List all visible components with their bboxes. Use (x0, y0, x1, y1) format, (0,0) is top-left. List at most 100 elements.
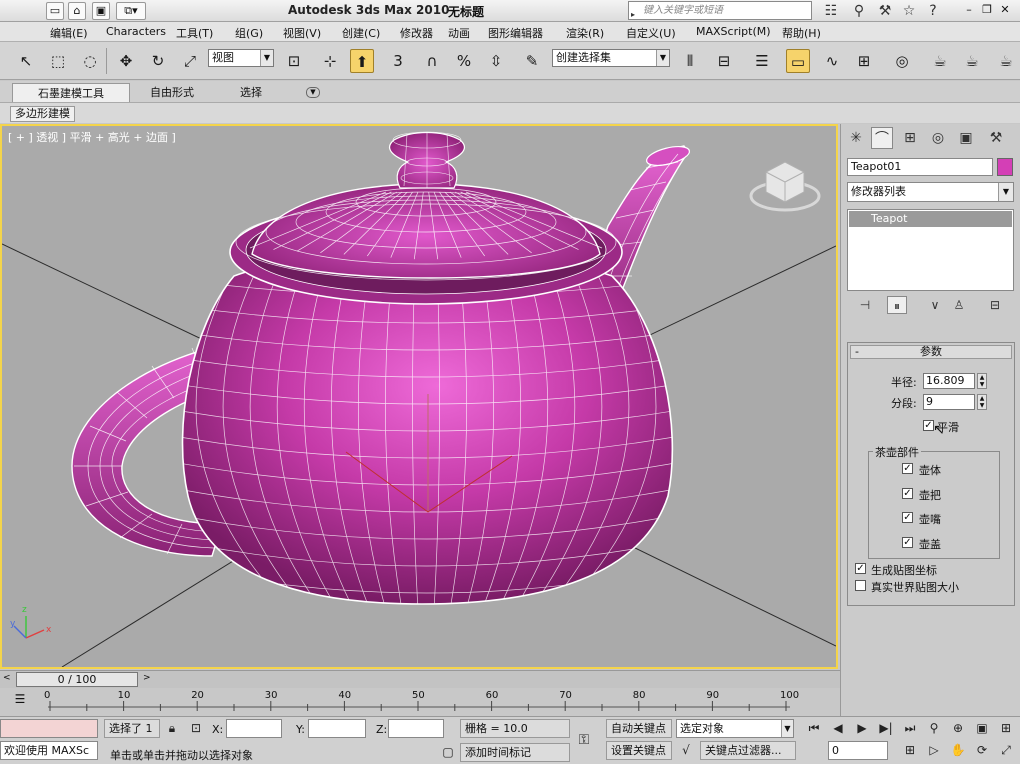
ribbon-collapse-icon[interactable]: ▼ (306, 87, 320, 98)
pivot-center-icon[interactable]: ⊡ (282, 49, 306, 73)
viewport-label[interactable]: [ + ] 透视 ] 平滑 + 高光 + 边面 ] (8, 129, 176, 145)
object-name-field[interactable]: Teapot01 (847, 158, 993, 176)
window-crossing-icon[interactable]: ◌ (78, 49, 102, 73)
utilities-panel-icon[interactable]: ⚒ (985, 127, 1007, 149)
graphite-toggle-icon[interactable]: ▭ (786, 49, 810, 73)
part-spout-checkbox[interactable]: ✓ (902, 512, 913, 523)
z-coordinate-field[interactable] (388, 719, 444, 738)
keyboard-shortcut-override-icon[interactable]: ⬆ (350, 49, 374, 73)
current-frame-field[interactable]: 0 (828, 741, 888, 760)
render-setup-icon[interactable]: ☕ (928, 49, 952, 73)
motion-panel-icon[interactable]: ◎ (927, 127, 949, 149)
viewcube-icon[interactable] (749, 161, 821, 212)
key-filter-curve-icon[interactable]: √ (676, 741, 696, 760)
rollout-header[interactable]: - 参数 (850, 345, 1012, 359)
curve-editor-icon[interactable]: ∿ (820, 49, 844, 73)
menu-help[interactable]: 帮助(H) (782, 25, 821, 41)
mirror-icon[interactable]: ⫴ (678, 49, 702, 73)
real-world-size-checkbox[interactable] (855, 580, 866, 591)
lock-selection-icon[interactable]: 🔒︎ (162, 719, 182, 738)
menu-create[interactable]: 创建(C) (342, 25, 380, 41)
menu-maxscript[interactable]: MAXScript(M) (696, 25, 771, 38)
restore-icon[interactable]: ❐ (978, 3, 996, 17)
key-target-select[interactable]: 选定对象 ▼ (676, 719, 794, 738)
rendered-frame-icon[interactable]: ☕ (960, 49, 984, 73)
time-slider[interactable]: < 0 / 100 > (0, 670, 840, 688)
tab-graphite-modeling[interactable]: 石墨建模工具 (12, 83, 130, 102)
select-object-icon[interactable]: ↖ (14, 49, 38, 73)
save-file-icon[interactable]: ▣ (92, 2, 110, 20)
tools-icon[interactable]: ⚒ (876, 2, 894, 20)
menu-views[interactable]: 视图(V) (283, 25, 321, 41)
modify-panel-icon[interactable]: ⌒ (871, 127, 893, 149)
new-file-icon[interactable]: ▭ (46, 2, 64, 20)
close-icon[interactable]: ✕ (996, 3, 1014, 17)
polygon-modeling-label[interactable]: 多边形建模 (10, 106, 75, 122)
next-frame-icon[interactable]: ▶| (876, 719, 896, 738)
part-lid-checkbox[interactable]: ✓ (902, 537, 913, 548)
part-handle-checkbox[interactable]: ✓ (902, 488, 913, 499)
set-key-button[interactable]: 设置关键点 (606, 741, 672, 760)
zoom-all-icon[interactable]: ⊕ (948, 719, 968, 738)
make-unique-icon[interactable]: ∨ (925, 296, 945, 314)
search-icon[interactable]: ⚲ (850, 2, 868, 20)
slider-prev-icon[interactable]: < (3, 673, 11, 683)
maxscript-listener[interactable] (0, 719, 98, 738)
maxscript-mini-listener[interactable]: 欢迎使用 MAXSc (0, 741, 98, 760)
project-folder-icon[interactable]: ⧉▾ (116, 2, 146, 20)
favorites-icon[interactable]: ☆ (900, 2, 918, 20)
menu-edit[interactable]: 编辑(E) (50, 25, 88, 41)
create-panel-icon[interactable]: ✳ (845, 127, 867, 149)
part-body-checkbox[interactable]: ✓ (902, 463, 913, 474)
pan-icon[interactable]: ✋ (948, 741, 968, 760)
named-selection-set-select[interactable]: 创建选择集 ▼ (552, 49, 670, 67)
menu-graph-editors[interactable]: 图形编辑器 (488, 25, 543, 41)
schematic-view-icon[interactable]: ⊞ (852, 49, 876, 73)
rect-selection-icon[interactable]: ⬚ (46, 49, 70, 73)
scale-icon[interactable]: ⤢ (178, 49, 202, 73)
go-to-end-icon[interactable]: ⏭ (900, 719, 920, 738)
spinner-snap-icon[interactable]: ⇳ (484, 49, 508, 73)
previous-frame-icon[interactable]: ◀ (828, 719, 848, 738)
maximize-viewport-icon[interactable]: ⤢ (996, 741, 1016, 760)
rotate-icon[interactable]: ↻ (146, 49, 170, 73)
time-slider-thumb[interactable]: 0 / 100 (16, 672, 138, 687)
angle-snap-icon[interactable]: ∩ (420, 49, 444, 73)
community-icon[interactable]: ☷ (822, 2, 840, 20)
material-editor-icon[interactable]: ◎ (890, 49, 914, 73)
go-to-start-icon[interactable]: ⏮ (804, 719, 824, 738)
track-bar[interactable]: ☰ 0 10 20 30 40 50 60 70 80 90 100 (0, 689, 840, 717)
stack-item-teapot[interactable]: Teapot (849, 211, 1012, 227)
slider-next-icon[interactable]: > (143, 673, 151, 683)
time-config-icon[interactable]: ⊞ (900, 741, 920, 760)
align-icon[interactable]: ⊟ (712, 49, 736, 73)
y-coordinate-field[interactable] (308, 719, 366, 738)
menu-tools[interactable]: 工具(T) (176, 25, 213, 41)
hierarchy-panel-icon[interactable]: ⊞ (899, 127, 921, 149)
quick-render-icon[interactable]: ☕ (994, 49, 1018, 73)
show-end-result-icon[interactable]: ⏸ (887, 296, 907, 314)
remove-modifier-icon[interactable]: ♙ (949, 296, 969, 314)
absolute-mode-icon[interactable]: ⊡ (186, 719, 206, 738)
segments-spinner[interactable]: ▲ ▼ (977, 394, 987, 410)
move-icon[interactable]: ✥ (114, 49, 138, 73)
perspective-viewport[interactable]: y x z [ + ] 透视 ] 平滑 + 高光 + 边面 ] (0, 124, 838, 669)
display-panel-icon[interactable]: ▣ (955, 127, 977, 149)
help-icon[interactable]: ? (924, 2, 942, 20)
auto-key-button[interactable]: 自动关键点 (606, 719, 672, 738)
radius-field[interactable]: 16.809 (923, 373, 975, 389)
x-coordinate-field[interactable] (226, 719, 282, 738)
menu-modifiers[interactable]: 修改器 (400, 25, 433, 41)
layer-manager-icon[interactable]: ☰ (750, 49, 774, 73)
object-color-swatch[interactable] (997, 158, 1013, 176)
open-file-icon[interactable]: ⌂ (68, 2, 86, 20)
menu-group[interactable]: 组(G) (235, 25, 263, 41)
zoom-extents-icon[interactable]: ▣ (972, 719, 992, 738)
percent-snap-icon[interactable]: % (452, 49, 476, 73)
edit-named-selection-icon[interactable]: ✎ (520, 49, 544, 73)
modifier-list-select[interactable]: 修改器列表 ▼ (847, 182, 1014, 202)
tab-freeform[interactable]: 自由形式 (140, 83, 204, 102)
add-time-tag[interactable]: 添加时间标记 (460, 743, 570, 762)
field-of-view-icon[interactable]: ▷ (924, 741, 944, 760)
generate-mapping-checkbox[interactable]: ✓ (855, 563, 866, 574)
